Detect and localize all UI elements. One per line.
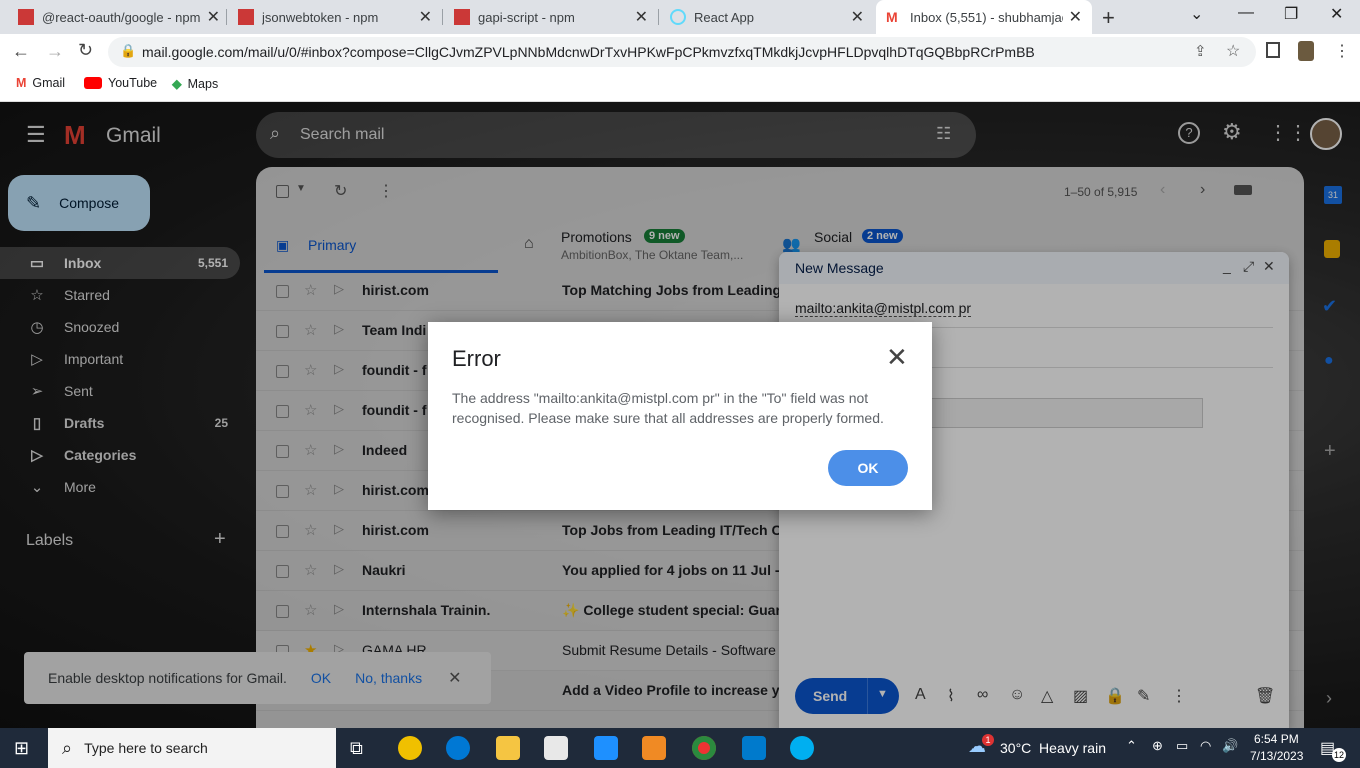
chevron-up-icon[interactable]: ⌃ xyxy=(1126,738,1137,754)
lock-icon: 🔒 xyxy=(120,43,137,58)
bookmark-gmail[interactable]: M Gmail xyxy=(16,76,65,90)
close-icon[interactable]: ✕ xyxy=(851,7,864,27)
tab-title: Inbox (5,551) - shubhamjado xyxy=(910,9,1063,25)
address-bar-row: ← → ↻ 🔒 mail.google.com/mail/u/0/#inbox?… xyxy=(0,34,1360,70)
browser-tab[interactable]: @react-oauth/google - npm ✕ xyxy=(8,0,230,34)
npm-icon xyxy=(454,9,470,25)
mail-icon[interactable] xyxy=(594,736,618,760)
tab-divider xyxy=(442,9,443,25)
back-icon[interactable]: ← xyxy=(12,41,30,62)
bookmark-star-icon[interactable]: ☆ xyxy=(1226,41,1240,61)
tab-divider xyxy=(226,9,227,25)
omnibox[interactable]: 🔒 mail.google.com/mail/u/0/#inbox?compos… xyxy=(108,37,1256,67)
gmail-icon: M xyxy=(16,76,27,90)
close-icon[interactable]: ✕ xyxy=(886,342,908,373)
url-text[interactable]: mail.google.com/mail/u/0/#inbox?compose=… xyxy=(142,44,1035,60)
bookmarks-bar: M Gmail YouTube ◆ Maps xyxy=(0,70,1360,102)
close-icon[interactable]: ✕ xyxy=(635,7,648,27)
browser-tab-active[interactable]: M Inbox (5,551) - shubhamjado ✕ xyxy=(876,0,1092,34)
tab-title: @react-oauth/google - npm xyxy=(42,9,201,25)
close-window-icon[interactable]: ✕ xyxy=(1330,4,1343,24)
vscode-icon[interactable] xyxy=(742,736,766,760)
windows-start-icon[interactable]: ⊞ xyxy=(14,738,29,759)
bookmark-youtube[interactable]: YouTube xyxy=(84,76,157,90)
browser-tab[interactable]: gapi-script - npm ✕ xyxy=(444,0,658,34)
close-icon[interactable]: ✕ xyxy=(419,7,432,27)
npm-icon xyxy=(18,9,34,25)
volume-icon[interactable]: 🔊 xyxy=(1222,738,1238,754)
weather-badge: 1 xyxy=(982,734,994,746)
app-icon[interactable] xyxy=(398,736,422,760)
share-icon[interactable]: ⇪ xyxy=(1194,42,1207,60)
youtube-icon xyxy=(84,77,102,89)
maps-icon: ◆ xyxy=(172,77,182,91)
browser-tab-bar: @react-oauth/google - npm ✕ jsonwebtoken… xyxy=(0,0,1360,34)
side-panel-icon[interactable] xyxy=(1266,42,1280,58)
wifi-icon[interactable]: ◠ xyxy=(1200,738,1211,754)
tab-divider xyxy=(658,9,659,25)
taskbar-search-input[interactable]: Type here to search xyxy=(84,740,208,756)
forward-icon[interactable]: → xyxy=(46,41,64,62)
browser-tab[interactable]: React App ✕ xyxy=(660,0,874,34)
weather-text[interactable]: 30°C Heavy rain xyxy=(1000,740,1106,756)
taskbar-search[interactable]: ⌕ Type here to search xyxy=(48,728,336,768)
skype-icon[interactable] xyxy=(790,736,814,760)
react-icon xyxy=(670,9,686,25)
chrome-icon[interactable] xyxy=(692,736,716,760)
tab-title: gapi-script - npm xyxy=(478,9,575,25)
clock-date[interactable]: 7/13/2023 xyxy=(1250,749,1303,763)
windows-taskbar: ⊞ ⌕ Type here to search ⧉ ☁ 1 30°C Heavy… xyxy=(0,728,1360,768)
task-view-icon[interactable]: ⧉ xyxy=(350,738,363,759)
minimize-icon[interactable]: — xyxy=(1238,4,1254,22)
search-icon: ⌕ xyxy=(62,737,73,758)
error-dialog: Error ✕ The address "mailto:ankita@mistp… xyxy=(428,322,932,510)
browser-tab[interactable]: jsonwebtoken - npm ✕ xyxy=(228,0,442,34)
media-player-icon[interactable] xyxy=(642,736,666,760)
bookmark-maps[interactable]: ◆ Maps xyxy=(172,76,219,92)
profile-avatar[interactable] xyxy=(1298,41,1314,61)
store-icon[interactable] xyxy=(544,736,568,760)
dialog-message: The address "mailto:ankita@mistpl.com pr… xyxy=(452,390,884,426)
network-icon[interactable]: ⊕ xyxy=(1152,738,1163,754)
gmail-icon: M xyxy=(886,9,898,25)
clock-time[interactable]: 6:54 PM xyxy=(1254,732,1299,746)
edge-icon[interactable] xyxy=(446,736,470,760)
dialog-title: Error xyxy=(452,346,501,371)
close-icon[interactable]: ✕ xyxy=(1069,7,1082,27)
reload-icon[interactable]: ↻ xyxy=(78,40,93,61)
tab-title: jsonwebtoken - npm xyxy=(262,9,379,25)
ok-button[interactable]: OK xyxy=(828,450,908,486)
battery-icon[interactable]: ▭ xyxy=(1176,738,1188,754)
tab-title: React App xyxy=(694,9,754,25)
bookmark-label: YouTube xyxy=(108,76,158,90)
bookmark-label: Maps xyxy=(187,76,219,91)
restore-icon[interactable]: ❐ xyxy=(1284,4,1298,24)
menu-kebab-icon[interactable]: ⋮ xyxy=(1334,41,1350,61)
close-icon[interactable]: ✕ xyxy=(207,7,220,27)
npm-icon xyxy=(238,9,254,25)
new-tab-button[interactable]: + xyxy=(1102,5,1115,31)
notification-count: 12 xyxy=(1332,748,1346,762)
tab-search-icon[interactable]: ⌄ xyxy=(1190,4,1203,24)
bookmark-label: Gmail xyxy=(32,76,66,90)
file-explorer-icon[interactable] xyxy=(496,736,520,760)
